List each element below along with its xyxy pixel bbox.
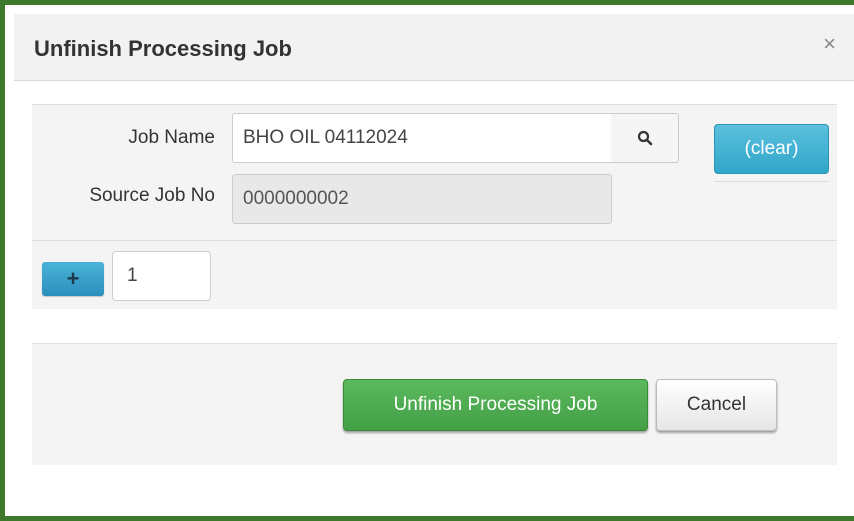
close-icon[interactable]: × (823, 32, 836, 56)
add-button[interactable]: + (42, 262, 104, 296)
dialog-header: Unfinish Processing Job × (14, 14, 854, 81)
job-name-input[interactable] (232, 113, 612, 163)
count-input[interactable] (112, 251, 211, 301)
cancel-button[interactable]: Cancel (656, 379, 777, 431)
search-button[interactable] (611, 113, 679, 163)
search-icon (637, 130, 652, 146)
job-name-label: Job Name (128, 127, 215, 148)
source-job-input[interactable] (232, 174, 612, 224)
dialog-title: Unfinish Processing Job (34, 36, 292, 61)
divider (32, 240, 837, 241)
unfinish-processing-job-button[interactable]: Unfinish Processing Job (343, 379, 648, 431)
source-job-label: Source Job No (89, 185, 215, 206)
divider (714, 181, 829, 182)
clear-button[interactable]: (clear) (714, 124, 829, 174)
